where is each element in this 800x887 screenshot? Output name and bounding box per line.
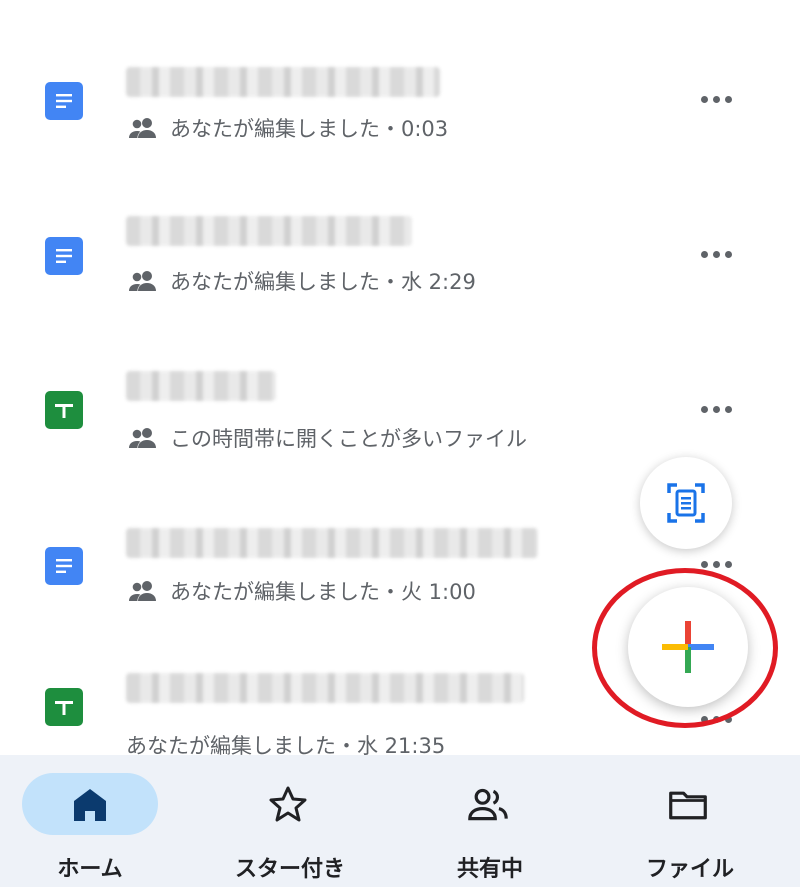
google-sheets-icon — [45, 391, 83, 429]
google-sheets-icon — [45, 688, 83, 726]
new-file-button[interactable] — [628, 587, 748, 707]
file-meta-text: この時間帯に開くことが多いファイル — [170, 427, 527, 451]
file-row[interactable]: あなたが編集しました・0:03 — [0, 35, 800, 165]
file-row[interactable]: あなたが編集しました・水 2:29 — [0, 190, 800, 320]
shared-people-icon — [129, 428, 156, 448]
file-meta: あなたが編集しました・水 2:29 — [126, 266, 476, 296]
nav-home-label: ホーム — [57, 857, 123, 882]
more-options-button[interactable] — [692, 397, 740, 421]
file-meta: あなたが編集しました・火 1:00 — [126, 576, 476, 606]
scan-document-button[interactable] — [640, 457, 732, 549]
shared-people-icon — [129, 581, 156, 601]
file-meta: あなたが編集しました・水 21:35 — [126, 730, 445, 755]
file-meta-text: あなたが編集しました・火 1:00 — [170, 580, 476, 604]
google-plus-icon — [662, 621, 714, 673]
shared-people-icon — [468, 785, 508, 825]
file-meta-text: あなたが編集しました・水 21:35 — [126, 734, 446, 755]
nav-starred-label: スター付き — [234, 857, 345, 882]
nav-shared-label: 共有中 — [456, 857, 523, 882]
more-options-button[interactable] — [692, 707, 740, 731]
nav-starred[interactable]: スター付き — [190, 755, 390, 887]
file-meta-text: あなたが編集しました・水 2:29 — [170, 270, 476, 294]
star-icon — [268, 785, 308, 825]
file-title-redacted — [126, 673, 524, 703]
folder-icon — [668, 785, 708, 825]
file-title-redacted — [126, 371, 276, 401]
nav-shared[interactable]: 共有中 — [390, 755, 590, 887]
file-title-redacted — [126, 67, 440, 97]
bottom-navigation-bar: ホーム スター付き 共有中 ファイル — [0, 755, 800, 887]
shared-people-icon — [129, 118, 156, 138]
file-meta: あなたが編集しました・0:03 — [126, 113, 448, 143]
home-icon — [70, 785, 110, 825]
document-scan-icon — [667, 483, 705, 523]
file-title-redacted — [126, 528, 538, 558]
file-title-redacted — [126, 216, 412, 246]
google-docs-icon — [45, 547, 83, 585]
nav-files[interactable]: ファイル — [590, 755, 790, 887]
nav-files-label: ファイル — [645, 857, 734, 882]
more-options-button[interactable] — [692, 242, 740, 266]
file-meta-text: あなたが編集しました・0:03 — [170, 117, 449, 141]
google-docs-icon — [45, 82, 83, 120]
file-meta: この時間帯に開くことが多いファイル — [126, 423, 527, 453]
file-row[interactable]: この時間帯に開くことが多いファイル — [0, 345, 800, 475]
more-options-button[interactable] — [692, 87, 740, 111]
more-options-button[interactable] — [692, 552, 740, 576]
google-docs-icon — [45, 237, 83, 275]
shared-people-icon — [129, 271, 156, 291]
nav-home[interactable]: ホーム — [0, 755, 200, 887]
